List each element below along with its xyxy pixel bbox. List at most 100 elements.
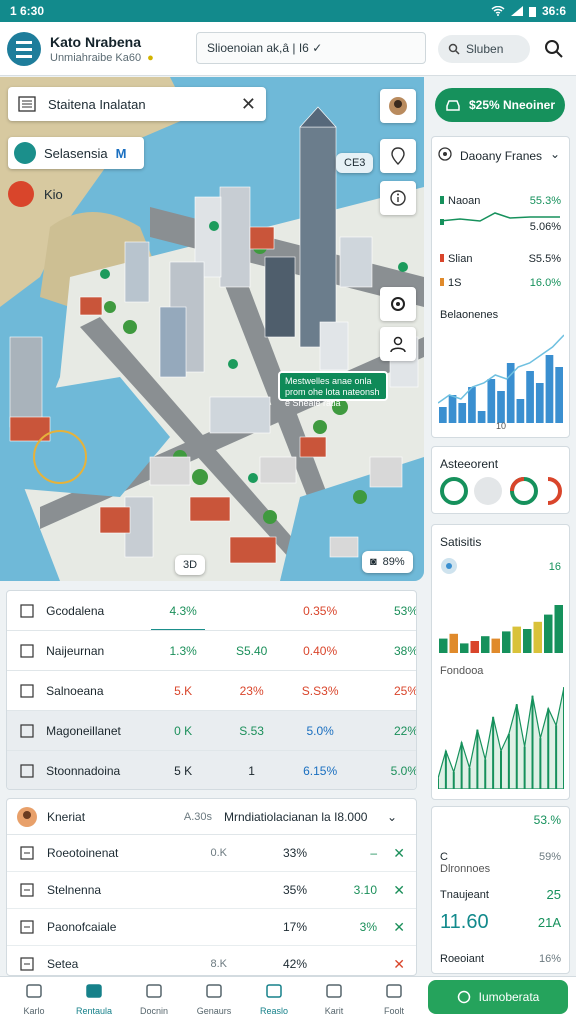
ring-gauge-partial [547, 477, 562, 505]
nav-item-3[interactable]: Genaurs [186, 981, 242, 1016]
map-chip-mark: M [115, 145, 127, 161]
search-pill-label: Sluben [466, 42, 504, 56]
city-map[interactable]: Staitena Inalatan ✕ Selasensia M Kio CE3… [0, 77, 424, 581]
metric1-sparkline [440, 212, 560, 225]
nav-item-4[interactable]: Reaslo [246, 981, 302, 1016]
map-layer-chip[interactable]: Selasensia M [8, 137, 144, 169]
chevron-down-icon[interactable]: ⌄ [387, 810, 407, 824]
statistics-line-chart [438, 687, 564, 789]
chart1-bar [526, 371, 534, 423]
chart1-bar [439, 407, 447, 423]
profile-map-button[interactable] [380, 89, 416, 123]
location-map-button[interactable] [380, 287, 416, 321]
nav-item-5[interactable]: Karit [306, 981, 362, 1016]
chart2-bar [502, 631, 511, 653]
chart1-bar [555, 367, 563, 423]
table-row[interactable]: Gcodalena 4.3% 0.35% 53% [7, 591, 417, 631]
gear-icon [7, 957, 47, 971]
list-item-action[interactable]: ✕ [377, 845, 405, 862]
table-row[interactable]: Magoneillanet 0 K S.53 5.0% 22% [7, 711, 416, 751]
list-item[interactable]: Stelnenna 35% 3.10 ✕ [7, 872, 416, 909]
cart-icon [324, 981, 344, 1003]
table-row-c3: 53% [393, 603, 417, 618]
nav-cta-button[interactable]: Iumoberata [428, 980, 568, 1014]
signal-icon [510, 6, 523, 16]
list-item-val: – [370, 846, 377, 860]
layer-badge-icon [14, 142, 36, 164]
nav-item-label: Karit [324, 1006, 344, 1016]
status-dot-icon: ● [147, 52, 154, 64]
box-icon [7, 723, 46, 738]
table-row-c1: 0 K [174, 723, 193, 738]
trends-chart [438, 334, 564, 423]
nav-item-label: Genaurs [196, 1006, 232, 1016]
app-subtitle: Unmiahraibe Ka60 ● [50, 52, 154, 64]
refresh-icon[interactable] [440, 557, 458, 575]
primary-action-button[interactable]: $25% Nneoiner [435, 88, 565, 122]
nav-item-label: Docnin [139, 1006, 168, 1016]
info-map-button[interactable] [380, 181, 416, 215]
status-right: 36:6 [541, 4, 566, 18]
summary-big: 11.60 [440, 911, 489, 933]
chart1-bar [535, 383, 544, 423]
close-icon[interactable]: ✕ [241, 94, 256, 115]
nav-item-0[interactable]: Karlo [6, 981, 62, 1016]
table-row-c1: 5 K [174, 763, 193, 778]
map-pin-chip[interactable]: Kio [8, 181, 63, 207]
list-item-pct: 33% [282, 846, 307, 860]
user-icon [390, 336, 406, 353]
list-item[interactable]: Setea 8.K 42% ✕ [7, 946, 416, 975]
chart1-bar [458, 403, 467, 423]
metric2-label: Slian [440, 253, 472, 265]
chart2-bar [554, 605, 563, 653]
status-bar: 1 6:30 36:6 [0, 0, 576, 22]
list-item-name: Setea [47, 957, 79, 971]
table-row-c3: 5.0% [390, 763, 417, 778]
list-item-action[interactable]: ✕ [377, 956, 405, 973]
statistics-value: 16 [548, 561, 561, 573]
person-icon [389, 97, 407, 115]
search-button[interactable] [540, 35, 568, 63]
table-row-c3: 25% [393, 683, 417, 698]
folder-icon [7, 883, 47, 897]
address-field[interactable]: Slioenoian ak,â | I6 ✓ [196, 32, 426, 64]
app-title: Kato Nrabena [50, 34, 142, 50]
wifi-icon [491, 6, 505, 16]
nav-item-1[interactable]: Rentaula [66, 981, 122, 1016]
list-item[interactable]: Roeotoinenat 0.K 33% – ✕ [7, 835, 416, 872]
table-row[interactable]: Salnoeana 5.K 23% S.S3% 25% [7, 671, 417, 711]
grid-icon [7, 846, 47, 860]
table-row[interactable]: Naijeurnan 1.3% S5.40 0.40% 38% [7, 631, 417, 671]
chevron-down-icon[interactable]: ⌄ [550, 147, 560, 161]
summary-label-c: C [440, 851, 448, 863]
summary-v2: 59% [538, 851, 561, 863]
chart2-bar [523, 629, 532, 653]
summary-label-d: Dlronnoes [440, 863, 491, 875]
chart2-bar [533, 621, 542, 653]
table-row-c2: 5.0% [306, 723, 334, 738]
user-map-button[interactable] [380, 327, 416, 361]
statistics-bar-chart [439, 605, 563, 653]
map-search-box[interactable]: Staitena Inalatan ✕ [8, 87, 266, 121]
table-row-c2: 0.35% [303, 603, 338, 618]
nav-item-6[interactable]: Foolt [366, 981, 422, 1016]
map-callout[interactable]: Mestwelles anae onla prom ohe lota nateo… [278, 371, 388, 408]
table-row-name: Gcodalena [46, 603, 105, 618]
list-item[interactable]: Paonofcaiale 17% 3% ✕ [7, 909, 416, 946]
table-row-c1b: 1 [248, 763, 255, 778]
list-item-action[interactable]: ✕ [377, 919, 405, 936]
chat-icon: ◙ [370, 556, 377, 568]
ring-gauge-green [440, 477, 468, 505]
marker-map-button[interactable] [380, 139, 416, 173]
chart2-bar [449, 633, 458, 653]
table-row[interactable]: Stoonnadoina 5 K 1 6.15% 5.0% [7, 751, 417, 789]
table-row-c1: 4.3% [169, 603, 197, 618]
nav-item-2[interactable]: Docnin [126, 981, 182, 1016]
app-logo[interactable] [7, 32, 41, 66]
list-item-val: 3% [359, 920, 377, 934]
table-row-c3: 38% [393, 643, 417, 658]
map-tag-bottom-right[interactable]: ◙ 89% [362, 551, 413, 573]
search-pill[interactable]: Sluben [438, 35, 530, 63]
list-item-action[interactable]: ✕ [377, 882, 405, 899]
chart1-bar [477, 411, 486, 423]
